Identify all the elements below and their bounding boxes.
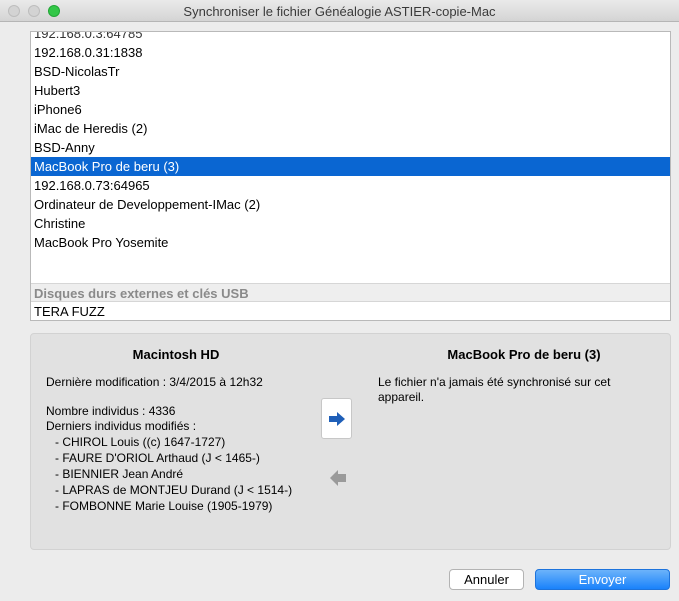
- list-item[interactable]: TERA FUZZ: [31, 302, 670, 320]
- list-item[interactable]: iMac de Heredis (2): [31, 119, 670, 138]
- list-item[interactable]: Hubert3: [31, 81, 670, 100]
- list-item-selected[interactable]: MacBook Pro de beru (3): [31, 157, 670, 176]
- window-left-edge: [0, 22, 12, 601]
- window-title: Synchroniser le fichier Généalogie ASTIE…: [183, 4, 496, 19]
- destination-status-line1: Le fichier n'a jamais été synchronisé su…: [378, 375, 611, 389]
- arrow-right-icon: [329, 412, 345, 426]
- list-item[interactable]: BSD-NicolasTr: [31, 62, 670, 81]
- recent-individual: - FOMBONNE Marie Louise (1905-1979): [55, 499, 273, 513]
- destination-status-line2: appareil.: [378, 390, 425, 404]
- source-last-modified: Dernière modification : 3/4/2015 à 12h32: [46, 375, 263, 389]
- arrow-left-icon: [330, 470, 346, 486]
- list-item[interactable]: MacBook Pro Yosemite: [31, 233, 670, 252]
- sync-right-button[interactable]: [321, 398, 352, 439]
- source-individual-count: Nombre individus : 4336: [46, 404, 176, 418]
- recent-individual: - FAURE D'ORIOL Arthaud (J < 1465-): [55, 451, 260, 465]
- list-item[interactable]: 192.168.0.31:1838: [31, 43, 670, 62]
- destination-title: MacBook Pro de beru (3): [447, 347, 601, 362]
- list-item[interactable]: 192.168.0.73:64965: [31, 176, 670, 195]
- list-item[interactable]: iPhone6: [31, 100, 670, 119]
- recent-individual: - CHIROL Louis ((c) 1647-1727): [55, 435, 226, 449]
- source-recent-label: Derniers individus modifiés :: [46, 419, 197, 433]
- device-list[interactable]: 192.168.0.3:64785 192.168.0.31:1838 BSD-…: [30, 31, 671, 321]
- recent-individual: - BIENNIER Jean André: [55, 467, 184, 481]
- cancel-button[interactable]: Annuler: [449, 569, 524, 590]
- sync-left-button[interactable]: [323, 457, 354, 491]
- send-button[interactable]: Envoyer: [535, 569, 670, 590]
- list-item[interactable]: BSD-Anny: [31, 138, 670, 157]
- source-title: Macintosh HD: [132, 347, 220, 362]
- sync-info-panel: Macintosh HD Dernière modification : 3/4…: [30, 333, 671, 550]
- window-titlebar: Synchroniser le fichier Généalogie ASTIE…: [0, 0, 679, 22]
- recent-individual: - LAPRAS de MONTJEU Durand (J < 1514-): [55, 483, 293, 497]
- list-item[interactable]: Ordinateur de Developpement-IMac (2): [31, 195, 670, 214]
- usb-section-header: Disques durs externes et clés USB: [31, 283, 670, 302]
- list-item[interactable]: Christine: [31, 214, 670, 233]
- list-item[interactable]: 192.168.0.3:64785: [31, 32, 670, 43]
